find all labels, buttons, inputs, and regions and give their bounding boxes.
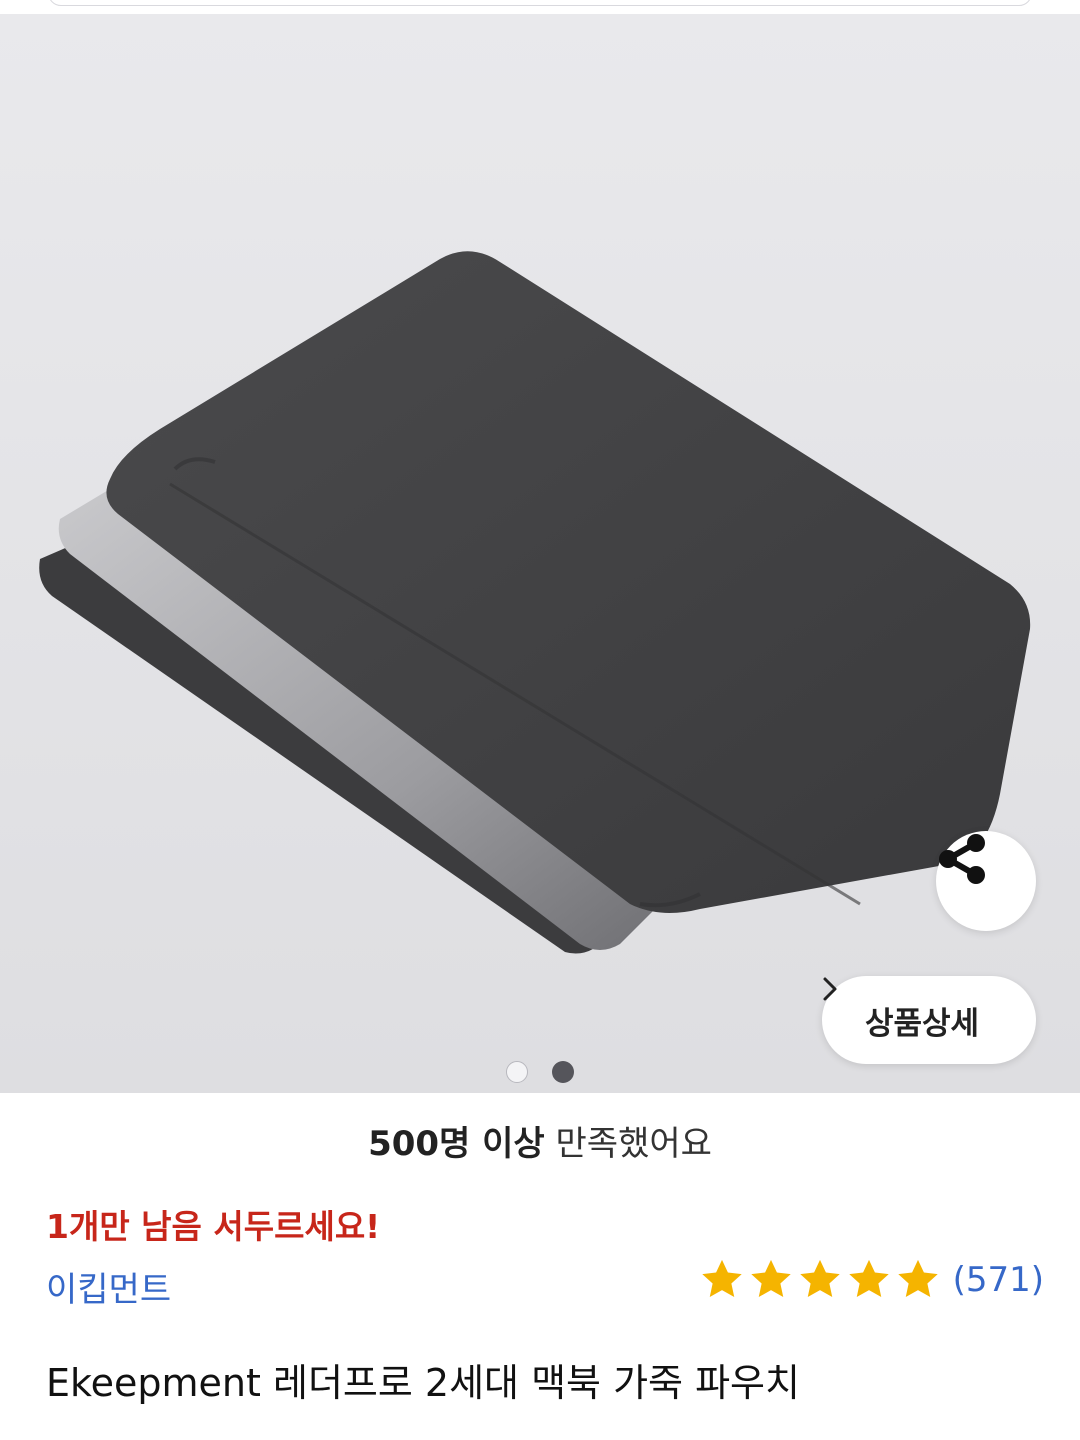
star-icon [897, 1259, 938, 1298]
page-dot[interactable] [506, 1061, 528, 1083]
star-icon [701, 1259, 742, 1298]
satisfaction-banner: 500명 이상 만족했어요 [0, 1116, 1080, 1165]
satisfaction-count: 500명 이상 [368, 1124, 545, 1164]
review-count[interactable]: (571) [953, 1260, 1044, 1300]
product-detail-button[interactable]: 상품상세 [822, 976, 1036, 1064]
stock-warning: 1개만 남음 서두르세요! [46, 1207, 381, 1246]
search-bar-edge [48, 0, 1032, 6]
product-photo [39, 251, 1031, 954]
star-icon [848, 1259, 889, 1298]
product-detail-label: 상품상세 [864, 1005, 980, 1042]
star-icon [750, 1259, 791, 1298]
star-rating [699, 1258, 941, 1302]
star-icon [799, 1259, 840, 1298]
product-image-gallery[interactable]: 상품상세 [0, 14, 1080, 1093]
page-dot-active[interactable] [552, 1061, 574, 1083]
product-title: Ekeepment 레더프로 2세대 맥북 가죽 파우치 [46, 1361, 800, 1405]
share-button[interactable] [936, 831, 1036, 931]
gallery-page-indicator [0, 1061, 1080, 1083]
rating-summary[interactable]: (571) [699, 1258, 1044, 1302]
brand-link[interactable]: 이킵먼트 [46, 1262, 171, 1311]
satisfaction-text: 만족했어요 [555, 1124, 712, 1164]
